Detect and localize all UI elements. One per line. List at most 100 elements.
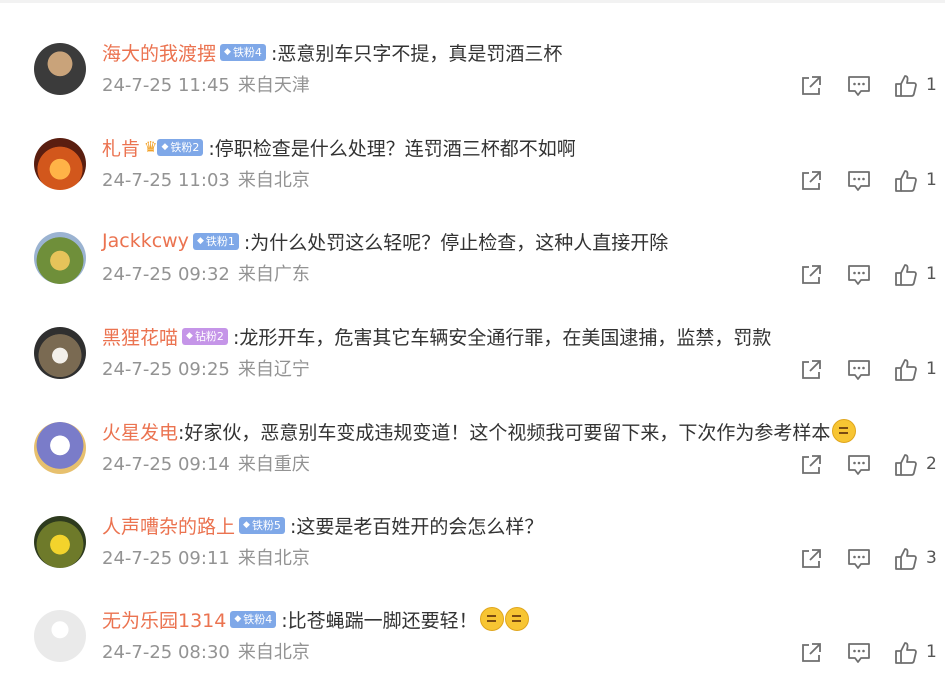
like-count: 3 [926,548,937,568]
username-link[interactable]: 札肯 [102,134,140,161]
username-link[interactable]: 海大的我渡摆 [102,39,216,66]
comment-location: 来自天津 [237,75,310,96]
username-link[interactable]: 黑狸花喵 [102,323,178,350]
like-button[interactable] [893,262,919,288]
comment-location: 来自重庆 [237,454,310,475]
comment-item: 火星发电:好家伙，恶意别车变成违规变道！这个视频我可要留下来，下次作为参考样本 2… [0,416,945,511]
comment-item: 黑狸花喵 ◆ 钻粉2:龙形开车，危害其它车辆安全通行罪，在美国逮捕，监禁，罚款 24-… [0,321,945,416]
fan-badge[interactable]: ◆ 铁粉5 [239,516,285,534]
comment-item: 人声嘈杂的路上 ◆ 铁粉5:这要是老百姓开的会怎么样？ 24-7-25 09:11 来自… [0,510,945,605]
emoji-icon [479,607,504,631]
fan-badge-label: 铁粉2 [170,141,200,154]
fan-badge[interactable]: ◆ 铁粉4 [230,610,277,628]
reply-button[interactable] [846,262,872,288]
emoji-group [832,419,857,443]
comment-meta: 24-7-25 09:32 来自广东 [102,260,310,286]
share-button[interactable] [798,357,824,383]
fan-badge-label: 铁粉1 [205,235,235,248]
share-button[interactable] [798,73,824,99]
like-count: 1 [926,642,937,662]
diamond-icon: ◆ [186,331,193,341]
username-link[interactable]: Jackkcwy [102,230,189,252]
like-button[interactable] [893,168,919,194]
comment-text: :停职检查是什么处理？连罚酒三杯都不如啊 [208,137,576,160]
comment-meta: 24-7-25 11:03 来自北京 [102,166,310,192]
fan-badge-label: 铁粉5 [251,519,281,532]
like-count: 1 [926,359,937,379]
fan-badge-label: 铁粉4 [232,46,262,59]
comment-content-line: Jackkcwy ◆ 铁粉1:为什么处罚这么轻呢？停止检查，这种人直接开除 [102,226,668,256]
username-link[interactable]: 人声嘈杂的路上 [102,512,235,539]
reply-button[interactable] [846,452,872,478]
diamond-icon: ◆ [161,142,169,152]
comment-time: 24-7-25 09:32 [102,264,230,285]
username-link[interactable]: 火星发电 [102,418,178,445]
diamond-icon: ◆ [196,236,204,246]
reply-button[interactable] [846,640,872,666]
comment-text: :比苍蝇踹一脚还要轻！ [281,609,478,632]
like-button[interactable] [893,357,919,383]
comment-time: 24-7-25 09:14 [102,454,230,475]
user-avatar[interactable] [34,43,86,95]
comment-time: 24-7-25 11:03 [102,170,230,191]
fan-badge[interactable]: ◆ 钻粉2 [182,327,228,345]
user-avatar[interactable] [34,516,86,568]
comment-meta: 24-7-25 11:45 来自天津 [102,71,310,97]
comment-text: :为什么处罚这么轻呢？停止检查，这种人直接开除 [243,231,669,254]
user-avatar[interactable] [34,232,86,284]
diamond-icon: ◆ [243,520,250,530]
like-button[interactable] [893,73,919,99]
reply-button[interactable] [846,546,872,572]
comment-text: :恶意别车只字不提，真是罚酒三杯 [270,42,563,65]
comment-time: 24-7-25 09:11 [102,548,230,569]
like-button[interactable] [893,640,919,666]
comment-time: 24-7-25 08:30 [102,642,230,663]
comment-content-line: 札肯 ♛ ◆ 铁粉2:停职检查是什么处理？连罚酒三杯都不如啊 [102,132,576,162]
comment-item: 札肯 ♛ ◆ 铁粉2:停职检查是什么处理？连罚酒三杯都不如啊 24-7-25 11:03… [0,132,945,227]
fan-badge-label: 钻粉2 [194,330,224,343]
comment-item: 海大的我渡摆 ◆ 铁粉4:恶意别车只字不提，真是罚酒三杯 24-7-25 11:45 来… [0,37,945,132]
diamond-icon: ◆ [224,47,231,57]
emoji-group [479,607,529,631]
user-avatar[interactable] [34,327,86,379]
comment-meta: 24-7-25 09:11 来自北京 [102,544,310,570]
comment-content-line: 人声嘈杂的路上 ◆ 铁粉5:这要是老百姓开的会怎么样？ [102,510,543,540]
comment-time: 24-7-25 11:45 [102,75,230,96]
comment-location: 来自北京 [237,642,310,663]
comment-content-line: 无为乐园1314 ◆ 铁粉4:比苍蝇踹一脚还要轻！ [102,604,529,634]
user-avatar[interactable] [34,138,86,190]
share-button[interactable] [798,168,824,194]
comment-meta: 24-7-25 09:25 来自辽宁 [102,355,310,381]
comment-location: 来自北京 [237,548,310,569]
crown-icon: ♛ [144,138,158,156]
fan-badge[interactable]: ◆ 铁粉1 [192,232,239,250]
top-divider [0,0,945,3]
fan-badge[interactable]: ◆ 铁粉2 [157,138,204,156]
fan-badge[interactable]: ◆ 铁粉4 [220,43,266,61]
reply-button[interactable] [846,73,872,99]
comment-time: 24-7-25 09:25 [102,359,230,380]
like-count: 1 [926,75,937,95]
comment-location: 来自广东 [237,264,310,285]
share-button[interactable] [798,640,824,666]
username-link[interactable]: 无为乐园1314 [102,606,226,633]
fan-badge-label: 铁粉4 [243,613,273,626]
comment-item: 无为乐园1314 ◆ 铁粉4:比苍蝇踹一脚还要轻！ 24-7-25 08:30 来自北京… [0,604,945,699]
like-count: 1 [926,264,937,284]
like-count: 2 [926,454,937,474]
comment-text: :这要是老百姓开的会怎么样？ [289,515,544,538]
comment-content-line: 火星发电:好家伙，恶意别车变成违规变道！这个视频我可要留下来，下次作为参考样本 [102,416,857,446]
share-button[interactable] [798,262,824,288]
user-avatar[interactable] [34,610,86,662]
comment-content-line: 海大的我渡摆 ◆ 铁粉4:恶意别车只字不提，真是罚酒三杯 [102,37,562,67]
comment-location: 来自辽宁 [237,359,310,380]
comment-item: Jackkcwy ◆ 铁粉1:为什么处罚这么轻呢？停止检查，这种人直接开除 24-7-… [0,226,945,321]
comment-meta: 24-7-25 08:30 来自北京 [102,638,310,664]
reply-button[interactable] [846,168,872,194]
share-button[interactable] [798,452,824,478]
share-button[interactable] [798,546,824,572]
like-button[interactable] [893,452,919,478]
reply-button[interactable] [846,357,872,383]
like-button[interactable] [893,546,919,572]
user-avatar[interactable] [34,422,86,474]
